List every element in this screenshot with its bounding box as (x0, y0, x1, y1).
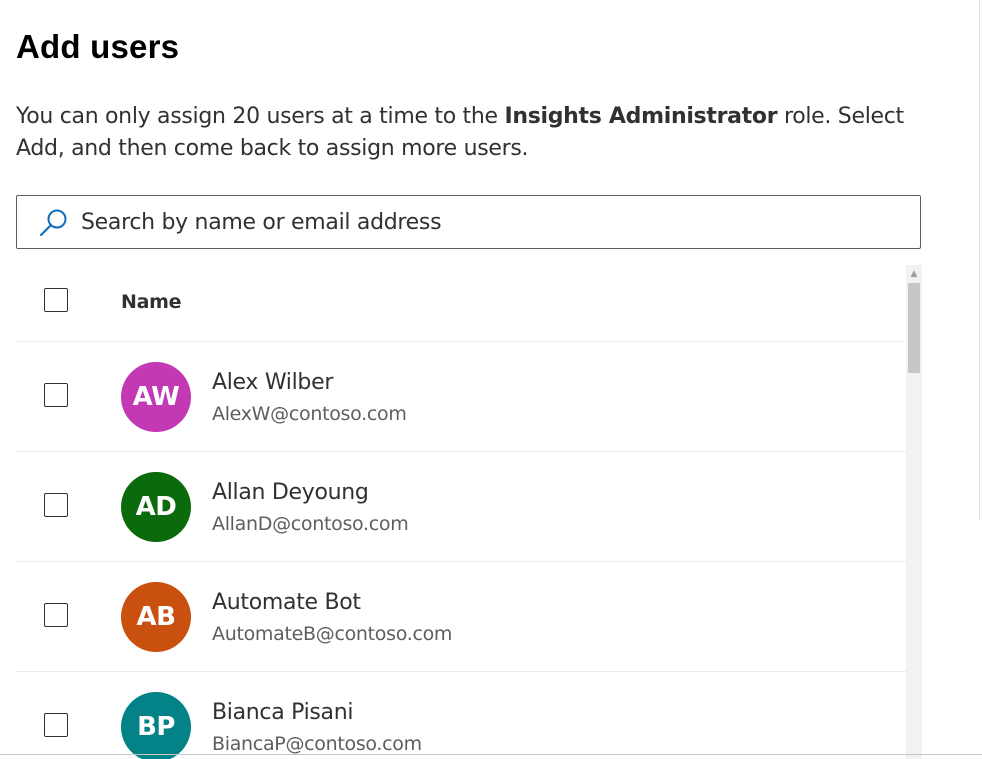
search-input[interactable] (81, 204, 881, 240)
user-checkbox[interactable] (44, 603, 68, 627)
user-row-automate-bot[interactable]: AB Automate Bot AutomateB@contoso.com (16, 562, 906, 672)
user-checkbox[interactable] (44, 493, 68, 517)
user-name: Allan Deyoung (212, 480, 369, 505)
search-icon (38, 208, 70, 238)
user-email: AutomateB@contoso.com (212, 623, 453, 645)
list-header: Name (16, 264, 906, 342)
search-box[interactable] (16, 195, 921, 249)
scrollbar-thumb[interactable] (908, 283, 920, 373)
user-email: BiancaP@contoso.com (212, 733, 422, 755)
user-name: Automate Bot (212, 590, 361, 615)
name-column-header[interactable]: Name (121, 291, 182, 313)
user-checkbox[interactable] (44, 713, 68, 737)
avatar: AW (121, 362, 191, 432)
description-text-start: You can only assign 20 users at a time t… (16, 104, 505, 129)
user-row-alex-wilber[interactable]: AW Alex Wilber AlexW@contoso.com (16, 342, 906, 452)
user-checkbox[interactable] (44, 383, 68, 407)
scroll-up-arrow-icon[interactable]: ▲ (906, 267, 922, 281)
user-name: Alex Wilber (212, 370, 334, 395)
assign-limit-description: You can only assign 20 users at a time t… (16, 101, 916, 165)
user-row-allan-deyoung[interactable]: AD Allan Deyoung AllanD@contoso.com (16, 452, 906, 562)
panel-divider (979, 0, 980, 520)
user-row-bianca-pisani[interactable]: BP Bianca Pisani BiancaP@contoso.com (16, 672, 906, 759)
avatar: AB (121, 582, 191, 652)
page-title: Add users (16, 28, 180, 65)
user-name: Bianca Pisani (212, 700, 354, 725)
list-scrollbar[interactable]: ▲ (906, 265, 922, 759)
avatar: BP (121, 692, 191, 759)
footer-divider-right (632, 754, 982, 755)
add-users-panel: Add users You can only assign 20 users a… (0, 0, 980, 759)
users-list: Name AW Alex Wilber AlexW@contoso.com AD… (16, 264, 906, 759)
footer-divider (0, 754, 632, 755)
user-email: AlexW@contoso.com (212, 403, 407, 425)
user-email: AllanD@contoso.com (212, 513, 409, 535)
avatar: AD (121, 472, 191, 542)
select-all-checkbox[interactable] (44, 288, 68, 312)
role-name: Insights Administrator (504, 104, 778, 129)
